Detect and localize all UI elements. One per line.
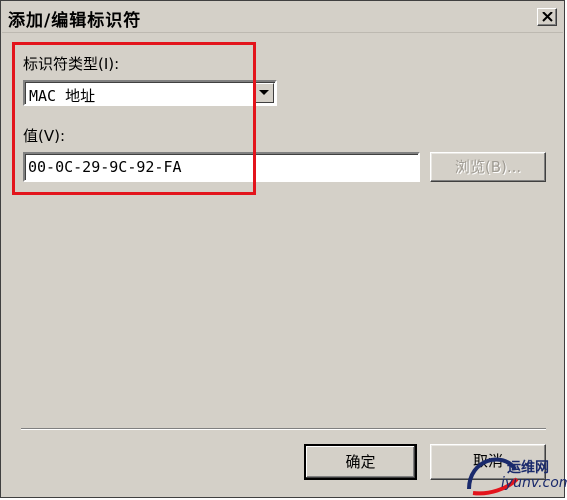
watermark-text: 运维网 — [507, 460, 549, 476]
close-button[interactable] — [537, 8, 557, 26]
window-title: 添加/编辑标识符 — [8, 11, 142, 31]
dropdown-button[interactable] — [254, 83, 274, 103]
annotation-highlight-box — [12, 42, 256, 195]
browse-button[interactable]: 浏览(B)... — [430, 152, 546, 182]
title-bar[interactable]: 添加/编辑标识符 — [2, 2, 563, 33]
watermark-url: iyunv.com — [501, 475, 567, 491]
separator — [21, 428, 546, 430]
watermark-logo: 运维网 iyunv.com — [463, 449, 567, 497]
close-icon — [542, 12, 553, 22]
chevron-down-icon — [259, 90, 269, 95]
dialog-window: 添加/编辑标识符 标识符类型(I): MAC 地址 值(V): 浏览(B)...… — [0, 0, 567, 498]
ok-button[interactable]: 确定 — [304, 444, 417, 480]
